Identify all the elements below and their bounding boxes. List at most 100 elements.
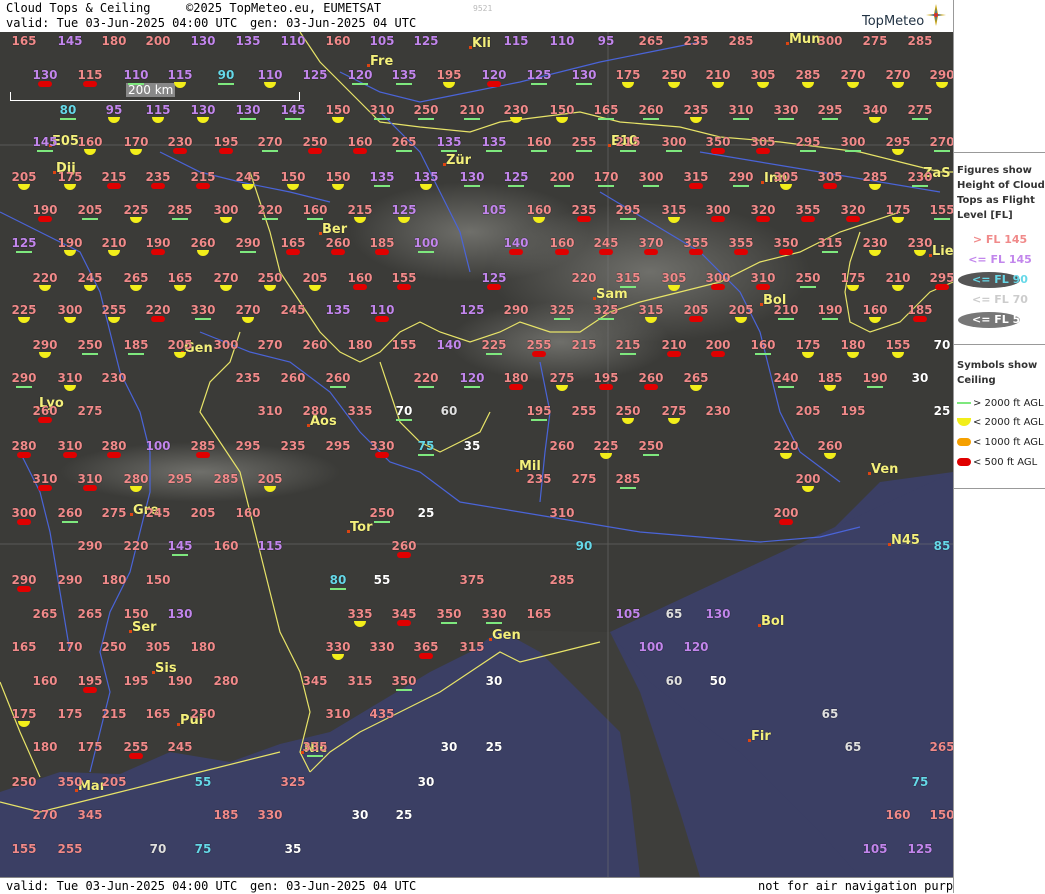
cloud-top-value: 190 xyxy=(817,303,843,317)
cloud-top-value: 30 xyxy=(440,740,458,754)
cloud-top-value: 130 xyxy=(571,68,597,82)
cloud-top-value: 350 xyxy=(436,607,462,621)
cloud-top-value: 135 xyxy=(235,34,261,48)
cloud-top-value: 370 xyxy=(638,236,664,250)
satellite-map[interactable]: 200 km Fre Kli Mun E05 E10 Dij Zür ZaS Inn Ber Lie… xyxy=(0,32,953,877)
cloud-top-value: 165 xyxy=(280,236,306,250)
ceiling-symbol xyxy=(242,317,254,323)
cloud-top-value: 125 xyxy=(11,236,37,250)
cloud-top-value: 260 xyxy=(280,371,306,385)
cloud-top-value: 180 xyxy=(190,640,216,654)
cloud-top-value: 330 xyxy=(257,808,283,822)
cloud-top-value: 275 xyxy=(77,404,103,418)
ceiling-symbol xyxy=(130,285,142,291)
ceiling-symbol xyxy=(802,82,814,88)
cloud-top-value: 300 xyxy=(57,303,83,317)
cloud-top-value: 345 xyxy=(391,607,417,621)
cloud-top-value: 215 xyxy=(101,707,127,721)
cloud-top-value: 125 xyxy=(391,203,417,217)
cloud-top-value: 90 xyxy=(575,539,593,553)
ceiling-symbol xyxy=(64,250,76,256)
cloud-top-value: 70 xyxy=(933,338,951,352)
cloud-top-value: 210 xyxy=(773,303,799,317)
cloud-top-value: 115 xyxy=(167,68,193,82)
cloud-top-value: 310 xyxy=(325,707,351,721)
ceiling-symbol xyxy=(847,352,859,358)
cloud-top-value: 90 xyxy=(217,68,235,82)
cloud-top-value: 335 xyxy=(347,607,373,621)
cloud-top-value: 210 xyxy=(705,68,731,82)
cloud-top-value: 210 xyxy=(885,271,911,285)
cloud-top-value: 220 xyxy=(413,371,439,385)
cloud-top-value: 315 xyxy=(817,236,843,250)
ceiling-symbol xyxy=(220,285,232,291)
cloud-top-value: 220 xyxy=(123,539,149,553)
cloud-top-value: 195 xyxy=(123,674,149,688)
cloud-top-value: 200 xyxy=(145,34,171,48)
cloud-top-value: 250 xyxy=(257,271,283,285)
ceiling-symbol xyxy=(64,385,76,391)
cloud-top-value: 50 xyxy=(709,674,727,688)
cloud-top-value: 230 xyxy=(705,404,731,418)
cloud-top-value: 125 xyxy=(413,34,439,48)
cloud-top-value: 130 xyxy=(190,103,216,117)
legend-fl-145: <= FL 145 xyxy=(968,253,1032,266)
ceiling-symbol xyxy=(64,184,76,190)
cloud-top-value: 255 xyxy=(526,338,552,352)
ceiling-symbol xyxy=(556,117,568,123)
cloud-top-value: 280 xyxy=(123,472,149,486)
cloud-top-value: 225 xyxy=(481,338,507,352)
cloud-top-value: 350 xyxy=(705,135,731,149)
legend-figures-title: Figures show Height of Cloud Tops as Fli… xyxy=(957,165,1045,221)
cloud-top-value: 265 xyxy=(32,607,58,621)
cloud-top-value: 285 xyxy=(167,203,193,217)
cloud-top-value: 100 xyxy=(413,236,439,250)
ceiling-symbol xyxy=(197,250,209,256)
cloud-top-value: 165 xyxy=(526,607,552,621)
ceiling-symbol xyxy=(420,184,432,190)
cloud-top-value: 195 xyxy=(840,404,866,418)
cloud-top-value: 130 xyxy=(235,103,261,117)
cloud-top-value: 200 xyxy=(549,170,575,184)
cloud-top-value: 155 xyxy=(391,338,417,352)
cloud-top-value: 310 xyxy=(32,472,58,486)
ceiling-symbol xyxy=(892,285,904,291)
cloud-top-value: 205 xyxy=(101,775,127,789)
cloud-top-value: 210 xyxy=(459,103,485,117)
cloud-top-value: 160 xyxy=(526,135,552,149)
cloud-top-value: 35 xyxy=(284,842,302,856)
ceiling-symbol xyxy=(398,217,410,223)
cloud-top-value: 330 xyxy=(773,103,799,117)
cloud-top-value: 305 xyxy=(750,68,776,82)
cloud-top-value: 355 xyxy=(728,236,754,250)
cloud-top-value: 280 xyxy=(101,439,127,453)
cloud-top-value: 190 xyxy=(32,203,58,217)
cloud-top-value: 155 xyxy=(885,338,911,352)
cloud-top-value: 295 xyxy=(795,135,821,149)
cloud-top-value: 180 xyxy=(101,573,127,587)
ceiling-symbol xyxy=(622,418,634,424)
cloud-top-value: 150 xyxy=(123,607,149,621)
cloud-top-value: 235 xyxy=(235,371,261,385)
cloud-top-value: 310 xyxy=(369,103,395,117)
ceiling-symbol xyxy=(892,352,904,358)
cloud-top-value: 315 xyxy=(347,674,373,688)
ceiling-symbol xyxy=(936,82,948,88)
cloud-top-value: 220 xyxy=(773,439,799,453)
cloud-top-value: 250 xyxy=(101,640,127,654)
cloud-top-value: 145 xyxy=(280,103,306,117)
ceiling-symbol xyxy=(668,217,680,223)
ceiling-symbol xyxy=(64,317,76,323)
cloud-top-value: 180 xyxy=(347,338,373,352)
legend-ceil-500: < 500 ft AGL xyxy=(957,457,1037,468)
ceiling-symbol xyxy=(780,453,792,459)
ceiling-symbol xyxy=(668,418,680,424)
cloud-top-value: 205 xyxy=(11,170,37,184)
cloud-top-value: 320 xyxy=(750,203,776,217)
cloud-top-value: 265 xyxy=(683,371,709,385)
cloud-top-value: 60 xyxy=(440,404,458,418)
cloud-top-value: 330 xyxy=(481,607,507,621)
cloud-top-value: 125 xyxy=(481,271,507,285)
cloud-top-value: 110 xyxy=(369,303,395,317)
cloud-top-value: 260 xyxy=(190,236,216,250)
